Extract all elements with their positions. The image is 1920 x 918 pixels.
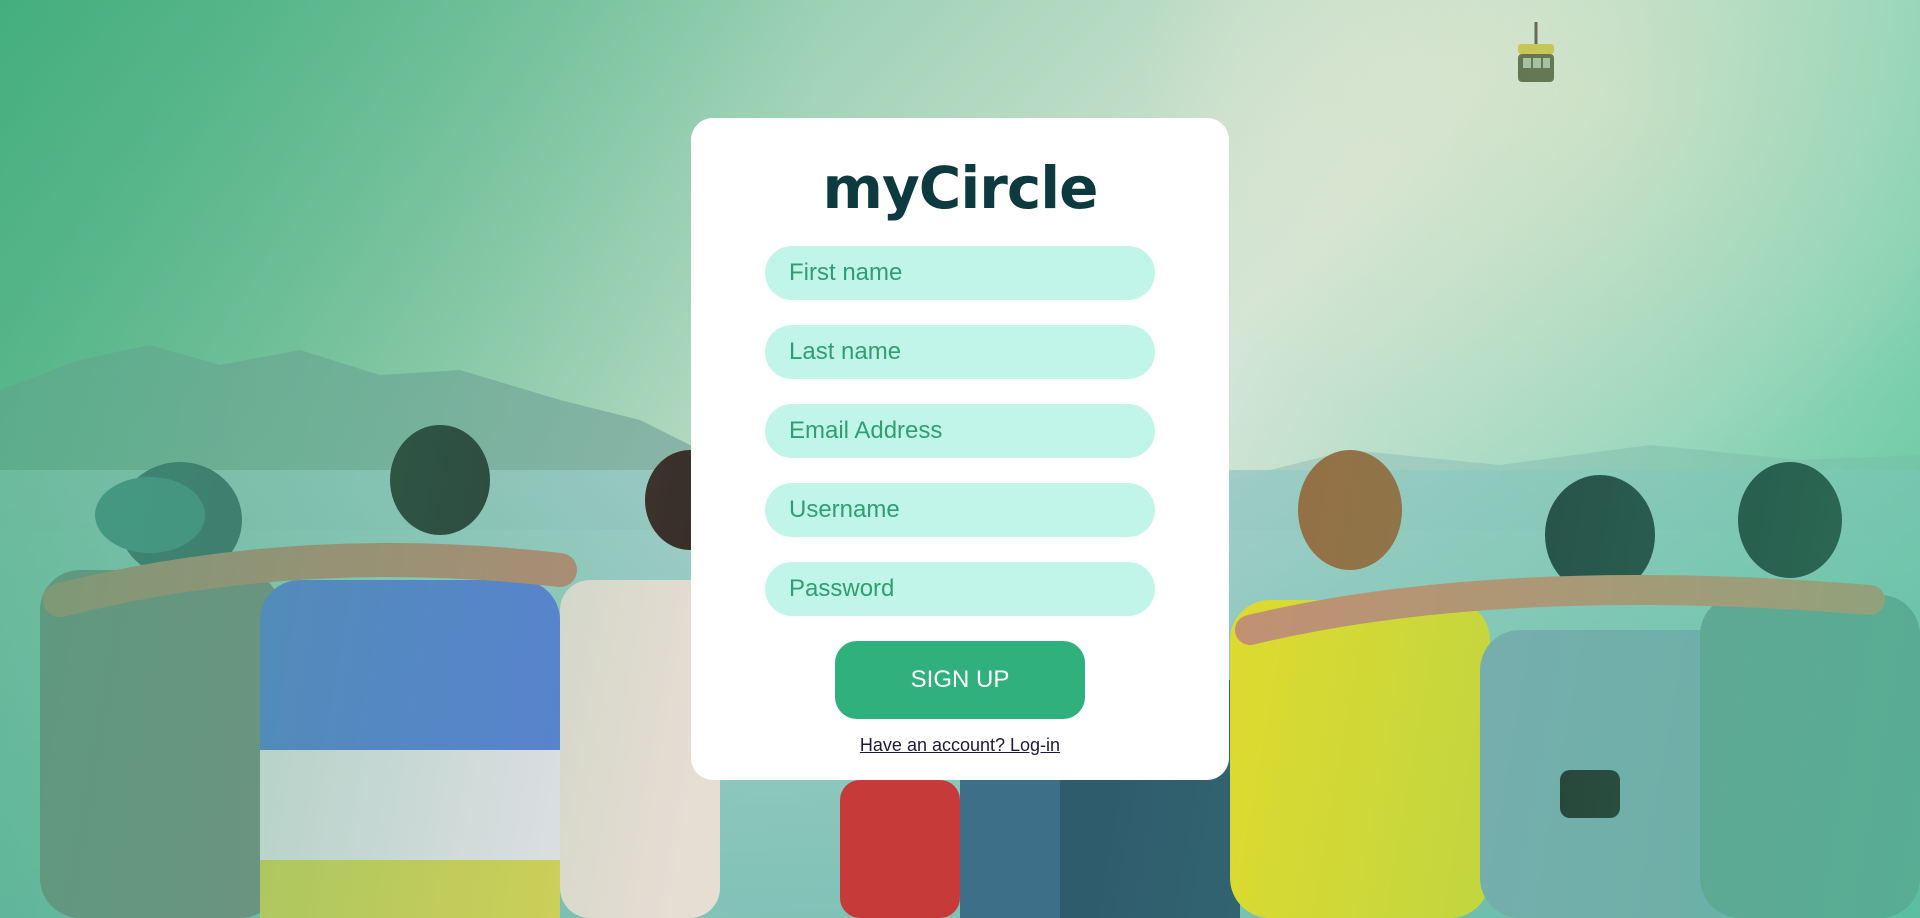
last-name-input[interactable] bbox=[765, 325, 1155, 379]
signup-form: SIGN UP Have an account? Log-in bbox=[765, 246, 1155, 756]
brand-title: myCircle bbox=[822, 154, 1099, 222]
email-input[interactable] bbox=[765, 404, 1155, 458]
signup-button[interactable]: SIGN UP bbox=[835, 641, 1085, 719]
username-input[interactable] bbox=[765, 483, 1155, 537]
first-name-input[interactable] bbox=[765, 246, 1155, 300]
login-link[interactable]: Have an account? Log-in bbox=[765, 735, 1155, 756]
password-input[interactable] bbox=[765, 562, 1155, 616]
login-page: myCircle SIGN UP Have an account? Log-in bbox=[0, 0, 1920, 918]
signup-card: myCircle SIGN UP Have an account? Log-in bbox=[691, 118, 1229, 780]
